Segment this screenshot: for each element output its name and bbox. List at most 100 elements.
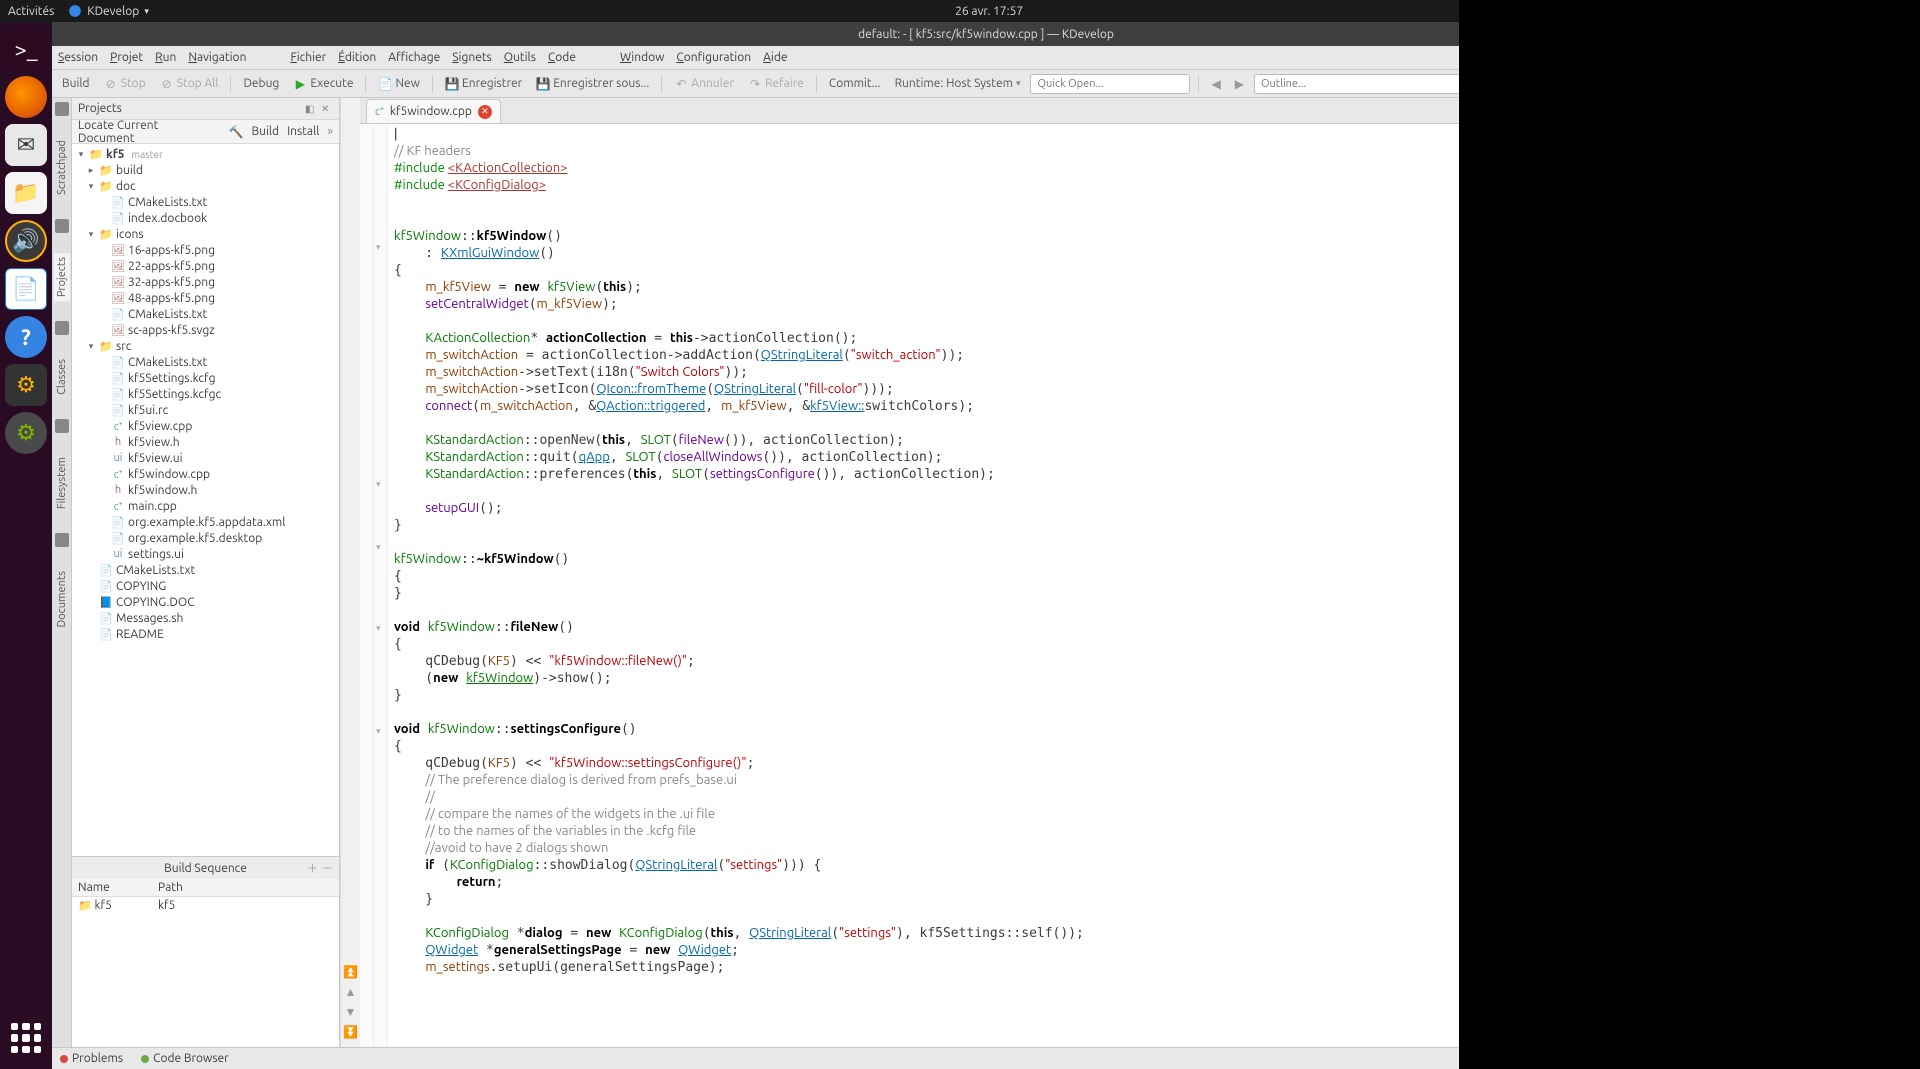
menu-help[interactable]: Aide [763,51,787,64]
dock-show-apps[interactable] [5,1017,47,1059]
layout-single-icon[interactable] [1848,52,1860,64]
dock-firefox[interactable] [5,76,47,118]
network-icon [1829,4,1843,18]
quick-open-input[interactable] [1030,74,1190,94]
runtime-selector[interactable]: Runtime: Host System [891,75,1025,92]
menu-session[interactable]: Session [58,51,98,64]
minimap[interactable]: ▪▪▪▪▪▪▪▪▪▪▪▪▪▪▪▪▪▪ ▪▪▪▪▪▪▪▪▪▪▪▪▪▪▪▪▪▪▪▪▪… [1848,98,1900,1047]
tab-external-scripts[interactable]: External Scripts [1903,116,1919,201]
bottom-bar: Problems Code Browser ▾ [52,1047,1920,1069]
left-dock-tabs: Scratchpad Projects Classes Filesystem D… [52,98,72,1047]
filesystem-icon [55,419,69,433]
project-tree[interactable]: ▾📁kf5master ▸📁build ▾📁doc 📄CMakeLists.tx… [72,144,339,856]
minimap-viewport[interactable]: ▪▪▪▪▪▪▪▪▪▪▪▪▪▪▪▪▪▪▪▪▪▪▪▪▪▪▪▪▪▪▪▪▪▪▪ [1853,178,1896,238]
menu-navigation[interactable]: Navigation [188,51,246,64]
dock-terminal[interactable]: >_ [5,28,47,70]
kdevelop-icon [68,4,82,18]
stop-all-button[interactable]: ⊘Stop All [156,75,223,93]
build-button[interactable]: Build [58,75,94,92]
external-scripts-icon [1906,102,1916,112]
gnome-top-bar: Activités KDevelop ▾ 26 avr. 17:57 ▾ [0,0,1920,22]
projects-panel: Projects ◧ ✕ Locate Current Document 🔨 B… [72,98,340,1047]
dock-help[interactable]: ? [5,316,47,358]
cpp-file-icon: c⁺ [375,104,384,119]
code-fold-gutter[interactable]: ▾ ▾ ▾ ▾ ▾ [374,124,388,1047]
right-dock-tabs: External Scripts [1900,98,1920,1047]
bottom-code-browser[interactable]: Code Browser [141,1052,229,1065]
panel-build-button[interactable]: Build [252,125,280,138]
stop-button[interactable]: ⊘Stop [100,75,150,93]
code-mode-button[interactable]: 📄 Code [1868,51,1914,65]
nav-down-double-icon[interactable]: ⏬ [343,1025,358,1039]
menu-run[interactable]: Run [155,51,176,64]
editor-tab-kf5window[interactable]: c⁺ kf5window.cpp ✕ [366,99,501,123]
nav-fwd[interactable]: ▶ [1231,77,1248,91]
dock-writer[interactable]: 📄 [5,268,47,310]
tab-classes[interactable]: Classes [54,355,70,399]
window-title: default: - [ kf5:src/kf5window.cpp ] — K… [858,28,1114,41]
nav-up-icon[interactable]: ▲ [345,985,357,999]
commit-button[interactable]: Commit... [825,75,885,92]
window-maximize[interactable]: ▢ [1878,27,1892,41]
locate-doc-button[interactable]: Locate Current Document [78,119,213,145]
tab-filesystem[interactable]: Filesystem [54,453,70,513]
build-seq-add-icon[interactable]: ＋ [307,860,318,876]
menu-config[interactable]: Configuration [676,51,751,64]
window-titlebar: default: - [ kf5:src/kf5window.cpp ] — K… [52,22,1920,46]
build-seq-col-name[interactable]: Name [72,879,152,896]
panel-overflow[interactable]: » [327,125,333,138]
window-minimize[interactable]: — [1856,27,1870,41]
tab-projects[interactable]: Projects [54,253,70,301]
execute-button[interactable]: ▶Execute [289,75,357,93]
activities-button[interactable]: Activités [8,5,54,18]
layout-icon[interactable] [1826,51,1840,65]
menu-code[interactable]: Code [548,51,576,64]
code-editor-content[interactable]: | // KF headers #include <KActionCollect… [388,124,1848,1047]
menu-bookmarks[interactable]: Signets [452,51,492,64]
build-seq-row[interactable]: 📁 kf5 kf5 [72,897,339,914]
dock-files[interactable]: 📁 [5,172,47,214]
window-close[interactable]: ✕ [1900,27,1914,41]
volume-icon [1855,4,1869,18]
tab-scratchpad[interactable]: Scratchpad [54,136,70,199]
redo-button[interactable]: ↷Refaire [744,75,808,93]
menu-file[interactable]: Fichier [290,51,326,64]
new-button[interactable]: 📄New [374,75,424,93]
nav-up-double-icon[interactable]: ⏫ [343,965,358,979]
dock-rhythmbox[interactable]: 🔊 [5,220,47,262]
panel-close-icon[interactable]: ✕ [321,103,333,115]
dock: >_ ✉ 📁 🔊 📄 ? ⚙ ⚙ [0,22,52,1069]
editor-area: c⁺ kf5window.cpp ✕ ▾ ▾ ▾ ▾ ▾ | // KF hea… [360,98,1848,1047]
problems-dot-icon [60,1055,68,1063]
nav-down-icon[interactable]: ▼ [345,1005,357,1019]
nav-back[interactable]: ◀ [1207,77,1224,91]
tab-close-icon[interactable]: ✕ [478,105,492,119]
build-seq-col-path[interactable]: Path [152,879,339,896]
outline-input[interactable] [1254,74,1871,94]
app-menu[interactable]: KDevelop ▾ [68,4,149,18]
classes-icon [55,321,69,335]
dock-app1[interactable]: ⚙ [5,364,47,406]
undo-button[interactable]: ↶Annuler [670,75,738,93]
panel-install-button[interactable]: Install [287,125,319,138]
nav-next[interactable]: ▶ [1877,77,1894,91]
menu-tools[interactable]: Outils [504,51,536,64]
dock-mail[interactable]: ✉ [5,124,47,166]
menu-display[interactable]: Affichage [388,51,440,64]
dock-kdevelop[interactable]: ⚙ [5,412,47,454]
clock[interactable]: 26 avr. 17:57 [149,5,1830,18]
tab-documents[interactable]: Documents [54,567,70,632]
debug-button[interactable]: Debug [239,75,283,92]
build-seq-remove-icon[interactable]: － [322,860,333,876]
toolbar-overflow[interactable]: » [1900,77,1914,90]
save-button[interactable]: 💾Enregistrer [441,75,526,93]
bottom-problems[interactable]: Problems [60,1052,123,1065]
menu-project[interactable]: Projet [110,51,143,64]
system-tray[interactable]: ▾ [1829,4,1912,18]
panel-detach-icon[interactable]: ◧ [305,103,317,115]
menu-window[interactable]: Window [620,51,664,64]
bottom-overflow[interactable]: ▾ [1906,1052,1912,1066]
menu-edit[interactable]: Édition [338,51,376,64]
save-as-button[interactable]: 💾Enregistrer sous... [532,75,653,93]
toolbar: Build ⊘Stop ⊘Stop All Debug ▶Execute 📄Ne… [52,70,1920,98]
